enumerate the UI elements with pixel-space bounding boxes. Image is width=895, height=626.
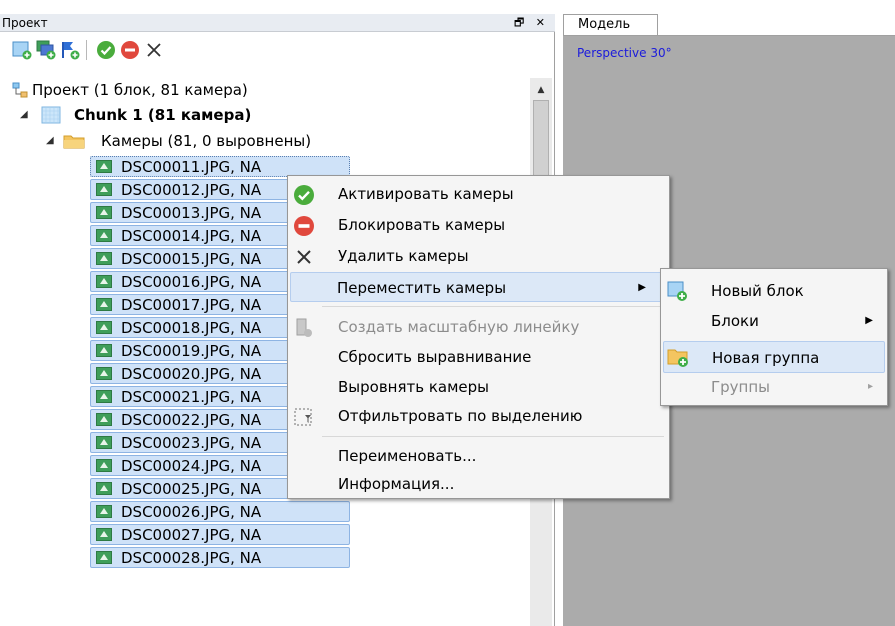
- add-markers-icon[interactable]: [60, 40, 80, 60]
- camera-image-icon: [96, 183, 112, 196]
- new-chunk-icon: [667, 281, 687, 301]
- camera-image-icon: [96, 206, 112, 219]
- camera-image-icon: [96, 551, 112, 564]
- camera-image-icon: [96, 160, 112, 173]
- chunk-label: Chunk 1 (81 камера): [74, 106, 252, 124]
- submenu-arrow-icon: ▸: [867, 381, 873, 392]
- menu-item-enable-cameras[interactable]: Активировать камеры: [290, 179, 667, 209]
- float-panel-button[interactable]: 🗗: [514, 16, 528, 29]
- remove-x-icon: [297, 250, 311, 264]
- camera-row[interactable]: DSC00027.JPG, NA: [90, 524, 350, 545]
- camera-image-icon: [96, 390, 112, 403]
- menu-item-info[interactable]: Информация...: [290, 469, 667, 499]
- submenu-arrow-icon: ▶: [638, 282, 646, 293]
- camera-image-icon: [96, 298, 112, 311]
- chunk-icon: [41, 106, 61, 124]
- expand-arrow-icon[interactable]: ◢: [20, 104, 28, 126]
- panel-header: Проект 🗗 ✕: [0, 14, 555, 32]
- menu-item-create-scale-bar: Создать масштабную линейку: [290, 312, 667, 342]
- menu-item-disable-cameras[interactable]: Блокировать камеры: [290, 210, 667, 240]
- camera-context-menu: Активировать камеры Блокировать камеры У…: [287, 175, 670, 499]
- top-caption-strip: [0, 0, 895, 14]
- camera-image-icon: [96, 229, 112, 242]
- submenu-item-new-chunk[interactable]: Новый блок: [663, 275, 885, 307]
- menu-item-move-cameras[interactable]: Переместить камеры ▶: [290, 272, 667, 302]
- camera-image-icon: [96, 275, 112, 288]
- project-tree-icon: [12, 82, 28, 98]
- move-cameras-submenu: Новый блок Блоки ▶ Новая группа Группы ▸: [660, 268, 888, 406]
- minus-circle-icon: [294, 216, 314, 236]
- camera-row[interactable]: DSC00026.JPG, NA: [90, 501, 350, 522]
- new-group-folder-icon: [667, 349, 688, 367]
- camera-image-icon: [96, 344, 112, 357]
- submenu-item-groups: Группы ▸: [663, 371, 885, 403]
- menu-item-rename[interactable]: Переименовать...: [290, 441, 667, 471]
- camera-image-icon: [96, 436, 112, 449]
- camera-image-icon: [96, 505, 112, 518]
- menu-separator: [322, 436, 664, 437]
- camera-image-icon: [96, 459, 112, 472]
- tree-node-cameras-folder[interactable]: ◢ Камеры (81, 0 выровнены): [0, 130, 400, 152]
- camera-row[interactable]: DSC00028.JPG, NA: [90, 547, 350, 568]
- submenu-item-new-group[interactable]: Новая группа: [663, 341, 885, 373]
- add-chunk-icon[interactable]: [12, 40, 32, 60]
- camera-image-icon: [96, 367, 112, 380]
- menu-item-align-cameras[interactable]: Выровнять камеры: [290, 372, 667, 402]
- cameras-folder-label: Камеры (81, 0 выровнены): [101, 132, 312, 150]
- disable-minus-icon[interactable]: [120, 40, 140, 60]
- tree-node-chunk[interactable]: ◢ Chunk 1 (81 камера): [0, 104, 300, 126]
- perspective-label: Perspective 30°: [577, 46, 672, 60]
- folder-icon: [63, 135, 85, 149]
- project-label: Проект (1 блок, 81 камера): [32, 81, 248, 99]
- camera-image-icon: [96, 413, 112, 426]
- camera-image-icon: [96, 528, 112, 541]
- submenu-arrow-icon: ▶: [865, 315, 873, 326]
- camera-row[interactable]: DSC00011.JPG, NA: [90, 156, 350, 177]
- menu-item-reset-alignment[interactable]: Сбросить выравнивание: [290, 342, 667, 372]
- expand-arrow-icon[interactable]: ◢: [46, 130, 54, 152]
- scroll-up-arrow-icon[interactable]: ▲: [530, 82, 552, 98]
- filter-selection-icon: [294, 408, 312, 426]
- submenu-item-chunks[interactable]: Блоки ▶: [663, 305, 885, 337]
- menu-separator: [322, 306, 664, 307]
- panel-title: Проект: [2, 16, 48, 30]
- remove-x-icon[interactable]: [144, 40, 164, 60]
- camera-image-icon: [96, 321, 112, 334]
- enable-check-icon[interactable]: [96, 40, 116, 60]
- camera-image-icon: [96, 482, 112, 495]
- close-panel-button[interactable]: ✕: [536, 16, 549, 29]
- project-toolbar: [0, 34, 555, 64]
- menu-item-filter-by-selection[interactable]: Отфильтровать по выделению: [290, 401, 667, 431]
- check-circle-icon: [294, 185, 314, 205]
- camera-image-icon: [96, 252, 112, 265]
- toolbar-separator: [86, 40, 87, 60]
- menu-item-remove-cameras[interactable]: Удалить камеры: [290, 241, 667, 271]
- tab-model[interactable]: Модель: [563, 14, 658, 35]
- scale-bar-icon: [296, 318, 312, 337]
- add-photos-icon[interactable]: [36, 40, 56, 60]
